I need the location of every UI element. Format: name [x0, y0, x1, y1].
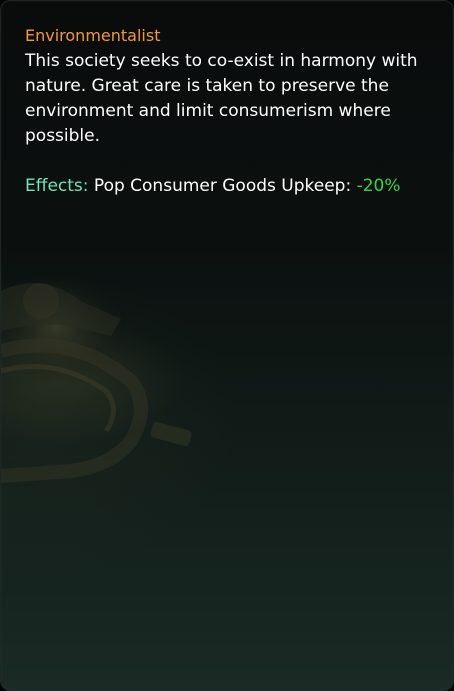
effect-name: Pop Consumer Goods Upkeep: — [93, 176, 352, 196]
civic-title: Environmentalist — [25, 26, 161, 45]
tooltip-content: Environmentalist This society seeks to c… — [25, 25, 429, 199]
faded-machinery-art — [1, 271, 192, 483]
effects-label: Effects: — [25, 176, 89, 196]
effect-value: -20% — [356, 176, 401, 196]
effects-line: Effects: Pop Consumer Goods Upkeep: -20% — [25, 174, 429, 199]
civic-tooltip: Environmentalist This society seeks to c… — [0, 0, 454, 691]
civic-description: This society seeks to co-exist in harmon… — [25, 51, 418, 146]
